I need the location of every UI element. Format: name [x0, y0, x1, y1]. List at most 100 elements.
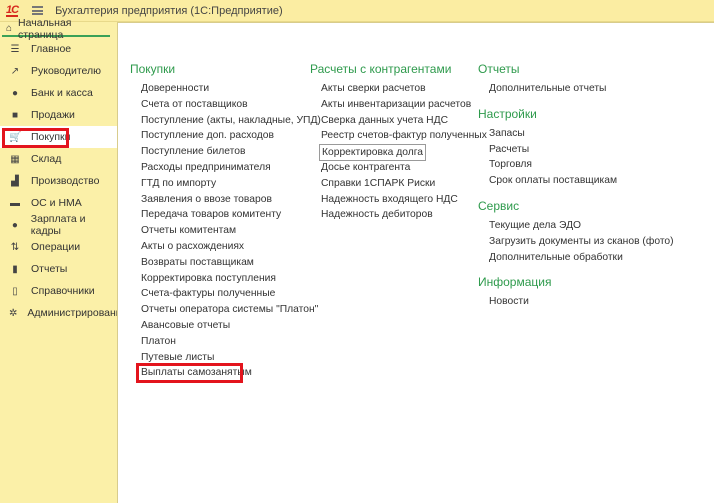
link-label: Загрузить документы из сканов (фото) — [489, 235, 674, 247]
link-label: Досье контрагента — [321, 161, 411, 173]
link-label: Дополнительные обработки — [489, 251, 623, 263]
nav-link[interactable]: Надежность дебиторов — [321, 207, 487, 223]
sidebar-item-label: Склад — [31, 153, 62, 165]
link-label: Текущие дела ЭДО — [489, 219, 582, 231]
link-label: Отчеты комитентам — [141, 225, 237, 237]
nav-link[interactable]: Отчеты комитентам — [141, 223, 321, 239]
sidebar-item[interactable]: ▦ Склад — [0, 148, 117, 170]
nav-link[interactable]: Корректировка долга — [319, 144, 487, 162]
nav-link[interactable]: Платон — [141, 334, 321, 350]
nav-link[interactable]: Счета от поставщиков — [141, 97, 321, 113]
sidebar-item[interactable]: ☰ Главное — [0, 38, 117, 60]
nav-link[interactable]: ГТД по импорту — [141, 176, 321, 192]
sidebar-item[interactable]: ● Зарплата и кадры — [0, 213, 117, 237]
nav-link[interactable]: Реестр счетов-фактур полученных — [321, 128, 487, 144]
link-label: Счета-фактуры полученные — [141, 288, 276, 300]
nav-link[interactable]: Текущие дела ЭДО — [489, 218, 674, 234]
nav-link[interactable]: Загрузить документы из сканов (фото) — [489, 234, 674, 250]
sidebar-item[interactable]: ■ Продажи — [0, 104, 117, 126]
nav-link[interactable]: Дополнительные обработки — [489, 250, 674, 266]
section-purchases: Покупки Доверенности Счета от поставщиков П… — [130, 61, 321, 381]
sidebar-item-label: Руководителю — [31, 65, 102, 77]
link-label: Акты сверки расчетов — [321, 83, 426, 94]
nav-link[interactable]: Сверка данных учета НДС — [321, 113, 487, 129]
nav-link[interactable]: Счета-фактуры полученные — [141, 286, 321, 302]
sidebar-item-label: Банк и касса — [31, 87, 93, 99]
operations-icon: ⇅ — [10, 241, 20, 253]
coin-icon: ● — [11, 87, 19, 99]
section-right: Отчеты Дополнительные отчеты Настройки Запа… — [478, 61, 674, 310]
bag-icon: ■ — [11, 109, 19, 121]
nav-link[interactable]: Досье контрагента — [321, 160, 487, 176]
nav-link[interactable]: Авансовые отчеты — [141, 318, 321, 334]
sidebar-item[interactable]: ▬ ОС и НМА — [0, 192, 117, 214]
link-label: Поступление доп. расходов — [141, 130, 274, 142]
sidebar-item[interactable]: ⇅ Операции — [0, 236, 117, 258]
nav-link[interactable]: Возвраты поставщикам — [141, 255, 321, 271]
nav-link[interactable]: Запасы — [489, 126, 674, 142]
link-label: Заявления о ввозе товаров — [141, 193, 272, 205]
nav-link[interactable]: Заявления о ввозе товаров — [141, 192, 321, 208]
sidebar-item-label: Отчеты — [31, 263, 68, 275]
nav-link[interactable]: Передача товаров комитенту — [141, 207, 321, 223]
link-label: Отчеты оператора системы "Платон" — [141, 304, 319, 316]
nav-link[interactable]: Акты инвентаризации расчетов — [321, 97, 487, 113]
link-label: Запасы — [489, 127, 525, 139]
factory-icon: ▟ — [11, 175, 19, 187]
section-heading: Информация — [478, 275, 552, 290]
nav-link[interactable]: Справки 1СПАРК Риски — [321, 176, 487, 192]
sidebar-item[interactable]: ↗ Руководителю — [0, 60, 117, 82]
gear-icon: ✲ — [9, 307, 18, 319]
nav-link[interactable]: Срок оплаты поставщикам — [489, 173, 674, 189]
truck-icon: ▬ — [10, 197, 20, 209]
link-label: Доверенности — [141, 83, 210, 94]
sidebar-item-label: Главное — [31, 43, 72, 55]
section-heading: Сервис — [478, 198, 520, 213]
nav-link[interactable]: Торговля — [489, 157, 674, 173]
1c-logo: 1С — [6, 3, 19, 17]
link-label: Расчеты — [489, 143, 530, 155]
trend-icon: ↗ — [10, 65, 20, 77]
nav-link[interactable]: Поступление (акты, накладные, УПД) — [141, 113, 321, 129]
sidebar-item[interactable]: ▮ Отчеты — [0, 258, 117, 280]
nav-link[interactable]: Новости — [489, 294, 674, 310]
sidebar-item-label: Справочники — [31, 285, 95, 297]
nav-link[interactable]: Надежность входящего НДС — [321, 192, 487, 208]
section-heading: Покупки — [130, 62, 176, 76]
sidebar-item-label: Продажи — [31, 109, 75, 121]
link-label: Надежность дебиторов — [321, 209, 433, 221]
sidebar-item[interactable]: ▯ Справочники — [0, 280, 117, 302]
main-menu-icon[interactable] — [32, 6, 44, 15]
link-label: Поступление (акты, накладные, УПД) — [141, 114, 321, 126]
sidebar-item-label: Операции — [31, 241, 81, 253]
sidebar-item-label: ОС и НМА — [31, 197, 82, 209]
nav-link[interactable]: Поступление доп. расходов — [141, 128, 321, 144]
highlight-box-self-employed — [136, 363, 243, 383]
sidebar-item[interactable]: ▟ Производство — [0, 170, 117, 192]
nav-link[interactable]: Расчеты — [489, 142, 674, 158]
sidebar-item[interactable]: ✲ Администрирование — [0, 302, 128, 324]
section-heading: Настройки — [478, 106, 537, 121]
sidebar-item-label: Администрирование — [27, 307, 128, 319]
nav-link[interactable]: Поступление билетов — [141, 144, 321, 160]
link-label: Акты инвентаризации расчетов — [321, 98, 472, 110]
nav-link[interactable]: Доверенности — [141, 81, 321, 97]
link-label: Авансовые отчеты — [141, 319, 231, 331]
bar-chart-icon: ▮ — [12, 263, 18, 275]
link-label: Передача товаров комитенту — [141, 209, 282, 221]
link-label: Справки 1СПАРК Риски — [321, 177, 436, 189]
nav-link[interactable]: Акты сверки расчетов — [321, 81, 487, 97]
highlight-box-purchases — [2, 128, 69, 148]
link-label: Новости — [489, 296, 529, 308]
nav-link[interactable]: Акты о расхождениях — [141, 239, 321, 255]
tab-home-page[interactable]: ⌂ Начальная страница — [2, 17, 110, 41]
link-label: Поступление билетов — [141, 146, 246, 158]
nav-link[interactable]: Корректировка поступления — [141, 271, 321, 287]
sidebar-item-label: Зарплата и кадры — [30, 213, 86, 237]
sidebar-item[interactable]: ● Банк и касса — [0, 82, 117, 104]
link-label: Корректировка поступления — [141, 272, 276, 284]
nav-link[interactable]: Расходы предпринимателя — [141, 160, 321, 176]
nav-link[interactable]: Отчеты оператора системы "Платон" — [141, 302, 321, 318]
nav-link[interactable]: Дополнительные отчеты — [489, 81, 674, 97]
sidebar: ☰ Главное ↗ Руководителю ● Банк и касса ■ Прода… — [0, 38, 128, 324]
